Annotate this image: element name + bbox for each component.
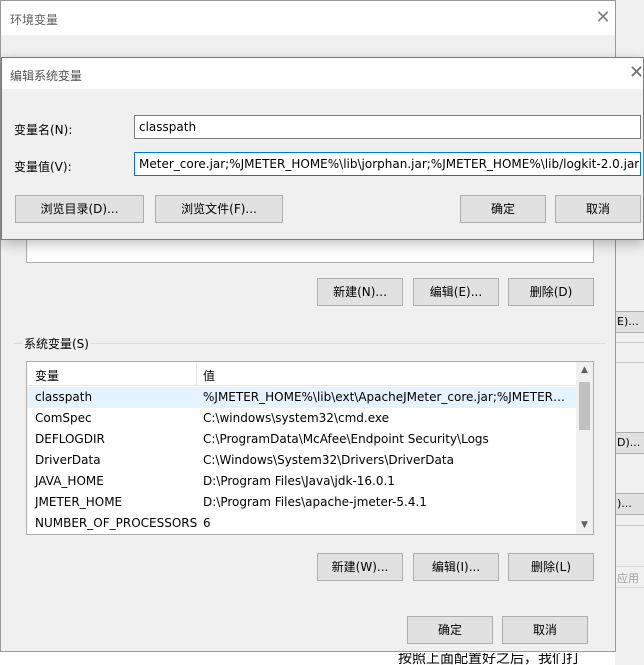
background-apply-button: 应用 (615, 566, 644, 588)
scrollbar-thumb[interactable] (579, 382, 590, 430)
background-divider (615, 362, 644, 363)
row-value: C:\Windows\System32\Drivers\DriverData (203, 453, 454, 467)
edit-dialog-title: 编辑系统变量 (10, 69, 83, 83)
row-name: JAVA_HOME (35, 474, 104, 488)
scroll-up-icon[interactable]: ▲ (576, 362, 593, 379)
table-row[interactable]: ComSpec C:\windows\system32\cmd.exe (27, 408, 576, 429)
group-divider (14, 343, 606, 344)
edit-cancel-button[interactable]: 取消 (555, 195, 641, 223)
env-window-title: 环境变量 (10, 13, 59, 27)
user-delete-button[interactable]: 删除(D) (508, 278, 594, 306)
row-name: NUMBER_OF_PROCESSORS (35, 516, 198, 530)
variable-name-label: 变量名(N): (14, 123, 73, 137)
edit-system-variable-dialog: 编辑系统变量 ✕ 变量名(N): classpath 变量值(V): Meter… (1, 57, 644, 240)
background-document-text: 按照上面配置好之后，我们打 (398, 653, 580, 665)
background-divider (615, 342, 644, 343)
variable-name-input[interactable]: classpath (134, 115, 641, 139)
env-ok-button[interactable]: 确定 (407, 616, 493, 644)
browse-directory-button[interactable]: 浏览目录(D)... (15, 195, 144, 223)
variable-value-input[interactable]: Meter_core.jar;%JMETER_HOME%\lib\jorphan… (134, 152, 641, 176)
user-edit-button[interactable]: 编辑(E)... (413, 278, 499, 306)
row-value: D:\Program Files\Java\jdk-16.0.1 (203, 474, 395, 488)
table-row[interactable]: JAVA_HOME D:\Program Files\Java\jdk-16.0… (27, 471, 576, 492)
column-header-value[interactable]: 值 (203, 367, 215, 384)
user-new-button[interactable]: 新建(N)... (317, 278, 403, 306)
env-titlebar: 环境变量 ✕ (1, 1, 615, 35)
browse-file-button[interactable]: 浏览文件(F)... (155, 195, 283, 223)
table-row[interactable]: NUMBER_OF_PROCESSORS 6 (27, 513, 576, 534)
row-name: DriverData (35, 453, 101, 467)
user-variables-list[interactable] (26, 239, 594, 263)
system-delete-button[interactable]: 删除(L) (508, 553, 594, 581)
env-cancel-button[interactable]: 取消 (502, 616, 588, 644)
row-value: D:\Program Files\apache-jmeter-5.4.1 (203, 495, 427, 509)
table-row[interactable]: JMETER_HOME D:\Program Files\apache-jmet… (27, 492, 576, 513)
background-button: E)... (615, 311, 644, 333)
system-variables-label: 系统变量(S) (23, 335, 90, 352)
edit-titlebar: 编辑系统变量 ✕ (2, 58, 644, 89)
row-value: 6 (203, 516, 211, 530)
close-icon[interactable]: ✕ (592, 7, 614, 29)
edit-ok-button[interactable]: 确定 (460, 195, 546, 223)
background-button: D)... (615, 432, 644, 454)
row-name: classpath (35, 390, 93, 404)
table-row[interactable]: DriverData C:\Windows\System32\Drivers\D… (27, 450, 576, 471)
close-icon[interactable]: ✕ (629, 61, 644, 85)
row-value: %JMETER_HOME%\lib\ext\ApacheJMeter_core.… (203, 390, 569, 404)
column-separator[interactable] (196, 362, 197, 386)
background-divider (615, 525, 644, 526)
table-row[interactable]: classpath %JMETER_HOME%\lib\ext\ApacheJM… (27, 387, 576, 408)
table-row[interactable]: DEFLOGDIR C:\ProgramData\McAfee\Endpoint… (27, 429, 576, 450)
row-name: ComSpec (35, 411, 92, 425)
scroll-down-icon[interactable]: ▼ (576, 517, 593, 534)
row-value: C:\windows\system32\cmd.exe (203, 411, 389, 425)
vertical-scrollbar[interactable]: ▲ ▼ (576, 362, 593, 534)
row-name: DEFLOGDIR (35, 432, 105, 446)
column-header-variable[interactable]: 变量 (35, 367, 59, 384)
variable-value-label: 变量值(V): (14, 160, 72, 174)
background-button: )... (615, 493, 644, 515)
system-new-button[interactable]: 新建(W)... (317, 553, 403, 581)
row-name: JMETER_HOME (35, 495, 123, 509)
row-value: C:\ProgramData\McAfee\Endpoint Security\… (203, 432, 489, 446)
list-header: 变量 值 (27, 362, 576, 386)
system-variables-list[interactable]: 变量 值 classpath %JMETER_HOME%\lib\ext\Apa… (26, 361, 594, 535)
system-edit-button[interactable]: 编辑(I)... (413, 553, 499, 581)
